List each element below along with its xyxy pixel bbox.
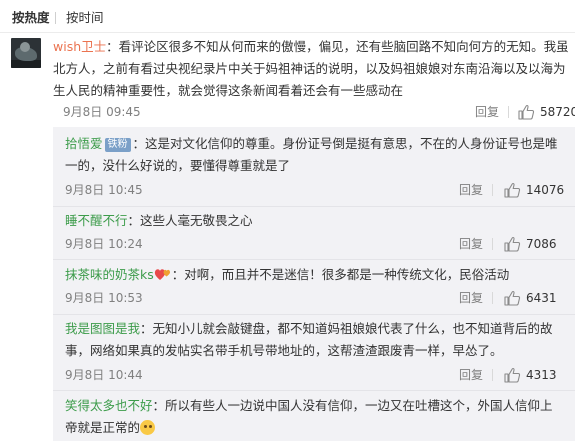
thumbs-up-icon bbox=[504, 236, 521, 252]
reply-3-text: 抹茶味的奶茶ks ：对啊，而且并不是迷信！很多都是一种传统文化，民俗活动 bbox=[65, 264, 565, 286]
action-divider bbox=[508, 106, 509, 118]
main-comment-time: 9月8日 09:45 bbox=[63, 105, 141, 119]
reply-3-time: 9月8日 10:53 bbox=[65, 291, 143, 305]
action-divider bbox=[492, 369, 493, 381]
reply-3-username[interactable]: 抹茶味的奶茶ks bbox=[65, 267, 154, 282]
reply-3-body: ：对啊，而且并不是迷信！很多都是一种传统文化，民俗活动 bbox=[171, 267, 510, 282]
reply-1-username[interactable]: 拾悟爱 bbox=[65, 136, 103, 151]
avatar[interactable] bbox=[11, 38, 41, 68]
grinning-face-icon bbox=[140, 420, 156, 435]
divider bbox=[53, 390, 575, 391]
reply-1-text: 拾悟爱 铁粉 ：这是对文化信仰的尊重。身份证号倒是挺有意思，不在的人身份证号也是唯一… bbox=[65, 133, 565, 177]
main-comment-body: ：看评论区很多不知从何而来的傲慢，偏见，还有些脑回路不知向何方的无知。我虽北方人… bbox=[53, 39, 569, 98]
reply-2-body: ：这些人毫无敬畏之心 bbox=[127, 213, 253, 228]
thumbs-up-icon bbox=[504, 290, 521, 306]
divider bbox=[53, 259, 575, 260]
main-comment-text: wish卫士：看评论区很多不知从何而来的傲慢，偏见，还有些脑回路不知向何方的无知… bbox=[53, 36, 569, 102]
action-divider bbox=[492, 292, 493, 304]
reply-5-username[interactable]: 笑得太多也不好 bbox=[65, 398, 153, 413]
reply-1-body: ：这是对文化信仰的尊重。身份证号倒是挺有意思，不在的人身份证号也是唯一的，没什么… bbox=[65, 136, 558, 173]
reply-4-username[interactable]: 我是图图是我 bbox=[65, 321, 140, 336]
divider bbox=[53, 206, 575, 207]
main-comment-reply-button[interactable]: 回复 bbox=[475, 104, 499, 120]
reply-2-like-count: 7086 bbox=[526, 237, 557, 251]
main-comment-like-count: 58720 bbox=[540, 105, 575, 119]
hearts-icon bbox=[154, 266, 172, 280]
reply-4-reply-button[interactable]: 回复 bbox=[459, 367, 483, 383]
reply-1-time: 9月8日 10:45 bbox=[65, 183, 143, 197]
sort-divider bbox=[55, 12, 56, 24]
sort-by-time-tab[interactable]: 按时间 bbox=[66, 10, 104, 26]
sort-by-hot-tab[interactable]: 按热度 bbox=[12, 10, 50, 26]
reply-5-text: 笑得太多也不好：所以有些人一边说中国人没有信仰，一边又在吐槽这个，外国人信仰上帝… bbox=[65, 395, 565, 439]
reply-2-reply-button[interactable]: 回复 bbox=[459, 236, 483, 252]
thumbs-up-icon bbox=[504, 182, 521, 198]
reply-3-like-count: 6431 bbox=[526, 291, 557, 305]
thumbs-up-icon bbox=[504, 367, 521, 383]
sort-bar: 按热度 按时间 bbox=[0, 0, 575, 33]
reply-1-reply-button[interactable]: 回复 bbox=[459, 182, 483, 198]
action-divider bbox=[492, 238, 493, 250]
reply-1-like-count: 14076 bbox=[526, 183, 565, 197]
reply-4-like-count: 4313 bbox=[526, 368, 557, 382]
reply-2-username[interactable]: 睡不醒不行 bbox=[65, 213, 128, 228]
reply-3-reply-button[interactable]: 回复 bbox=[459, 290, 483, 306]
main-comment-username[interactable]: wish卫士 bbox=[53, 39, 106, 54]
reply-2-text: 睡不醒不行：这些人毫无敬畏之心 bbox=[65, 210, 565, 232]
reply-4-time: 9月8日 10:44 bbox=[65, 368, 143, 382]
thumbs-up-icon bbox=[518, 104, 535, 120]
reply-2-time: 9月8日 10:24 bbox=[65, 237, 143, 251]
action-divider bbox=[492, 184, 493, 196]
fan-badge[interactable]: 铁粉 bbox=[104, 138, 131, 152]
divider bbox=[53, 314, 575, 315]
reply-4-text: 我是图图是我：无知小儿就会敲键盘，都不知道妈祖娘娘代表了什么，也不知道背后的故事… bbox=[65, 318, 565, 362]
